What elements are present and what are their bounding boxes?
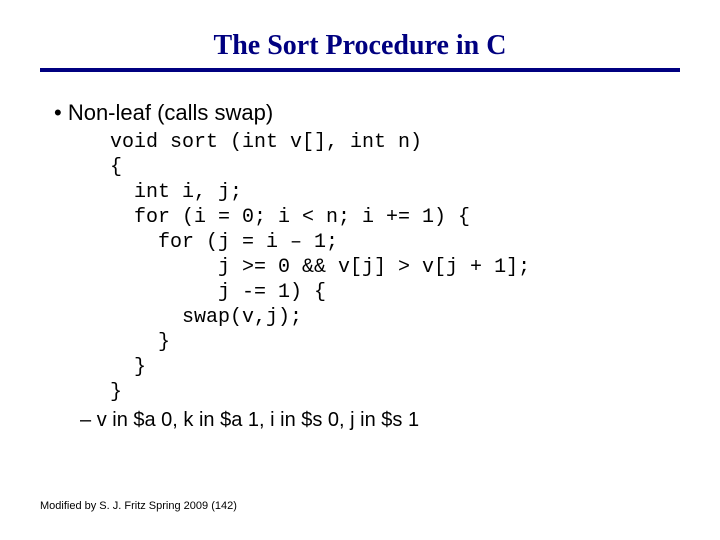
- sub-bullet-registers: v in $a 0, k in $a 1, i in $s 0, j in $s…: [80, 409, 680, 432]
- slide-footer: Modified by S. J. Fritz Spring 2009 (142…: [40, 500, 237, 512]
- slide: The Sort Procedure in C Non-leaf (calls …: [0, 0, 720, 540]
- slide-title: The Sort Procedure in C: [40, 30, 680, 62]
- bullet-list: Non-leaf (calls swap): [54, 100, 680, 126]
- code-block: void sort (int v[], int n) { int i, j; f…: [110, 130, 680, 405]
- sub-bullet-list: v in $a 0, k in $a 1, i in $s 0, j in $s…: [80, 409, 680, 432]
- title-rule: [40, 68, 680, 72]
- bullet-nonleaf: Non-leaf (calls swap): [54, 100, 680, 126]
